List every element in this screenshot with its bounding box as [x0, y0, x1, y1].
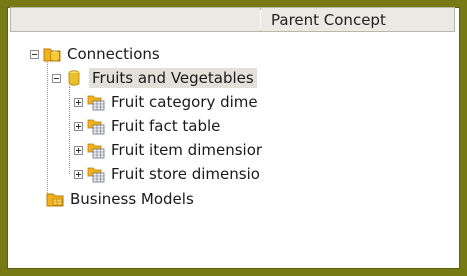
table-icon: [87, 143, 105, 159]
collapse-icon[interactable]: [30, 49, 39, 59]
tree-guide-line: [47, 62, 48, 199]
tree-node-connections[interactable]: Connections: [30, 42, 160, 66]
expand-icon[interactable]: [74, 97, 83, 107]
tree-node-label: Fruit category dime: [111, 93, 258, 111]
tree-guide-line: [69, 86, 70, 174]
tree-node-table[interactable]: Fruit fact table: [74, 114, 220, 138]
tree-node-table[interactable]: Fruit category dime: [74, 90, 258, 114]
database-icon: [68, 70, 80, 86]
tree-node-table[interactable]: Fruit store dimensio: [74, 162, 260, 186]
collapse-icon[interactable]: [52, 73, 61, 83]
tree-node-label: Connections: [67, 45, 160, 63]
tree-node-label: Fruit store dimensio: [111, 165, 260, 183]
expand-icon[interactable]: [74, 121, 83, 131]
tree-node-label: Fruits and Vegetables: [89, 68, 257, 88]
tree-node-business-models[interactable]: Business Models: [46, 187, 194, 211]
database-folder-icon: [43, 48, 61, 62]
table-icon: [87, 95, 105, 111]
connection-tree: Connections Fruits and Vegetables Fruit …: [0, 0, 467, 276]
tree-node-label: Fruit item dimensior: [111, 141, 263, 159]
expand-icon[interactable]: [74, 145, 83, 155]
expand-icon[interactable]: [74, 169, 83, 179]
tree-node-label: Fruit fact table: [111, 117, 221, 135]
tree-node-label: Business Models: [70, 190, 194, 208]
business-model-folder-icon: [46, 193, 64, 207]
table-icon: [87, 167, 105, 183]
tree-node-table[interactable]: Fruit item dimensior: [74, 138, 262, 162]
table-icon: [87, 119, 105, 135]
tree-node-fruits-and-vegetables[interactable]: Fruits and Vegetables: [52, 66, 257, 90]
